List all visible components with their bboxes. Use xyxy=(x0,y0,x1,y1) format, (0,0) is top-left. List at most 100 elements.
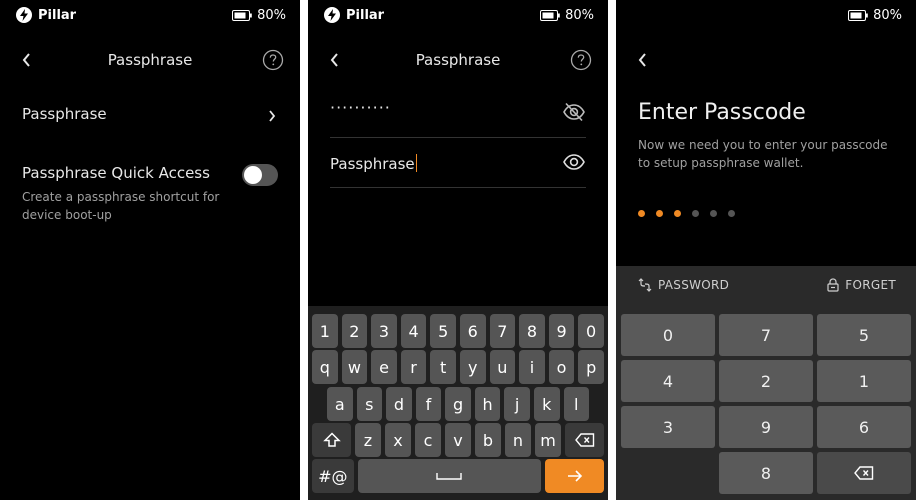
masked-passphrase: ·········· xyxy=(330,98,391,117)
key[interactable]: 2 xyxy=(341,314,368,348)
key[interactable]: 6 xyxy=(459,314,486,348)
key[interactable]: q xyxy=(312,350,338,384)
key[interactable]: n xyxy=(505,423,531,457)
key[interactable]: a xyxy=(327,387,353,421)
password-mode-button[interactable]: PASSWORD xyxy=(638,278,729,292)
forget-label: FORGET xyxy=(845,278,896,292)
battery-percent: 80% xyxy=(873,8,902,23)
passphrase-entry-screen: Pillar 80% Passphrase ·········· Passphr… xyxy=(308,0,608,500)
key[interactable]: 5 xyxy=(430,314,456,348)
passphrase-field[interactable]: ·········· xyxy=(330,86,586,138)
key[interactable]: u xyxy=(489,350,516,384)
key[interactable]: t xyxy=(430,350,456,384)
digit-key[interactable]: 1 xyxy=(817,360,911,402)
key[interactable]: f xyxy=(415,387,442,421)
help-icon xyxy=(570,49,592,71)
keypad-header: PASSWORD FORGET xyxy=(616,266,916,306)
battery-icon xyxy=(540,10,560,21)
digit-key[interactable]: 3 xyxy=(621,406,715,448)
passcode-dot-empty xyxy=(692,210,699,217)
confirm-passphrase-field[interactable]: Passphrase xyxy=(330,136,586,188)
app-name: Pillar xyxy=(38,7,77,23)
key[interactable]: 9 xyxy=(548,314,575,348)
help-button[interactable] xyxy=(570,49,592,75)
digit-key[interactable]: 6 xyxy=(817,406,911,448)
space-key[interactable] xyxy=(357,459,542,493)
key[interactable]: b xyxy=(475,423,501,457)
key[interactable]: j xyxy=(504,387,530,421)
lightning-icon xyxy=(16,7,32,23)
eye-icon[interactable] xyxy=(562,152,586,176)
passphrase-menu-item[interactable]: Passphrase xyxy=(22,104,278,130)
battery-percent: 80% xyxy=(257,8,286,23)
brand: Pillar xyxy=(16,7,76,23)
key[interactable]: d xyxy=(386,387,412,421)
keyboard-row-top: q w e r t y u i o p xyxy=(312,350,604,384)
key[interactable]: v xyxy=(445,423,471,457)
key[interactable]: m xyxy=(535,423,561,457)
digit-key[interactable]: 7 xyxy=(719,314,813,356)
quick-access-toggle[interactable] xyxy=(242,164,278,186)
key[interactable]: g xyxy=(445,387,471,421)
battery-indicator: 80% xyxy=(848,8,902,23)
key[interactable]: o xyxy=(548,350,575,384)
backspace-key[interactable] xyxy=(565,423,604,457)
key[interactable]: k xyxy=(533,387,560,421)
key[interactable]: 1 xyxy=(312,314,338,348)
passcode-dot-filled xyxy=(656,210,663,217)
shift-key[interactable] xyxy=(312,423,351,457)
key[interactable]: r xyxy=(400,350,427,384)
key[interactable]: 7 xyxy=(489,314,516,348)
page-title: Passphrase xyxy=(415,51,501,69)
enter-key[interactable] xyxy=(545,459,604,493)
passcode-dot-filled xyxy=(638,210,645,217)
digit-key[interactable]: 9 xyxy=(719,406,813,448)
key[interactable]: p xyxy=(578,350,604,384)
key[interactable]: e xyxy=(371,350,397,384)
passcode-dot-empty xyxy=(710,210,717,217)
status-bar: Pillar 80% xyxy=(0,0,300,32)
arrow-right-icon xyxy=(567,470,582,482)
numeric-keypad: PASSWORD FORGET 0 7 5 4 2 1 3 9 6 8 xyxy=(616,266,916,500)
forget-button[interactable]: FORGET xyxy=(827,278,896,292)
digit-key[interactable]: 2 xyxy=(719,360,813,402)
key[interactable]: w xyxy=(341,350,368,384)
keyboard-row-space: #@ xyxy=(312,459,604,493)
key[interactable]: y xyxy=(459,350,486,384)
delete-key[interactable] xyxy=(817,452,911,494)
key[interactable]: 0 xyxy=(578,314,604,348)
key[interactable]: x xyxy=(385,423,411,457)
battery-indicator: 80% xyxy=(232,8,286,23)
quick-access-setting: Passphrase Quick Access Create a passphr… xyxy=(22,164,278,224)
symbols-key[interactable]: #@ xyxy=(312,459,354,493)
passcode-progress xyxy=(638,210,735,217)
digit-key[interactable]: 5 xyxy=(817,314,911,356)
help-button[interactable] xyxy=(262,49,284,75)
lock-icon xyxy=(827,278,839,292)
key[interactable]: i xyxy=(519,350,545,384)
keyboard-row-bottom: z x c v b n m xyxy=(312,423,604,457)
key[interactable]: 3 xyxy=(371,314,397,348)
digit-key[interactable]: 0 xyxy=(621,314,715,356)
key[interactable]: c xyxy=(415,423,441,457)
back-button[interactable] xyxy=(632,50,652,70)
app-name: Pillar xyxy=(346,7,385,23)
brand: Pillar xyxy=(324,7,384,23)
key[interactable]: 4 xyxy=(400,314,427,348)
menu-item-label: Passphrase xyxy=(22,105,107,123)
key[interactable]: s xyxy=(356,387,383,421)
key[interactable]: h xyxy=(474,387,501,421)
key[interactable]: l xyxy=(563,387,590,421)
eye-off-icon[interactable] xyxy=(562,102,586,126)
key[interactable]: 8 xyxy=(519,314,545,348)
passphrase-input-text: Passphrase xyxy=(330,154,417,173)
page-title: Enter Passcode xyxy=(638,100,806,125)
keyboard-row-middle: a s d f g h j k l xyxy=(327,387,590,421)
status-bar: Pillar 80% xyxy=(308,0,608,32)
digit-key[interactable]: 8 xyxy=(719,452,813,494)
space-icon xyxy=(436,473,463,480)
digit-key[interactable]: 4 xyxy=(621,360,715,402)
key[interactable]: z xyxy=(355,423,381,457)
passphrase-settings-screen: Pillar 80% Passphrase Passphrase Passphr… xyxy=(0,0,300,500)
chevron-right-icon xyxy=(268,108,276,127)
